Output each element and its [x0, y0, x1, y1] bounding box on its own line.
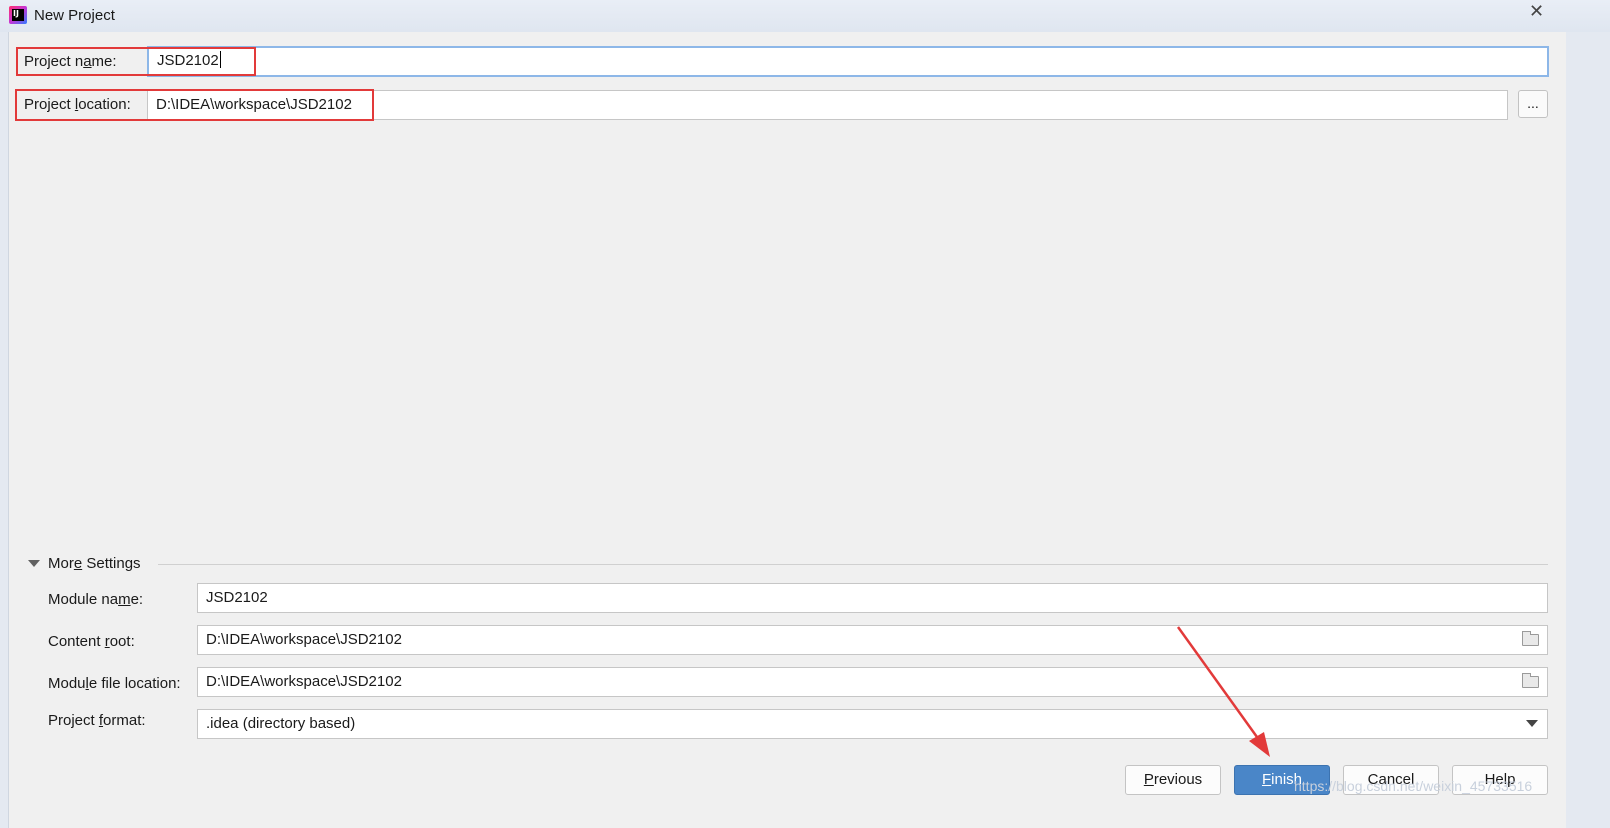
annotation-arrow — [1176, 626, 1270, 757]
label-text: me: — [91, 53, 117, 70]
project-name-value: JSD2102 — [157, 52, 219, 69]
content-root-value: D:\IDEA\workspace\JSD2102 — [206, 631, 402, 648]
mnemonic-key: F — [1261, 771, 1272, 788]
intellij-idea-icon: IJ — [9, 6, 27, 24]
folder-icon[interactable] — [1522, 631, 1539, 646]
label-text: Content — [48, 633, 105, 650]
module-name-input[interactable]: JSD2102 — [197, 583, 1548, 613]
project-location-input[interactable]: D:\IDEA\workspace\JSD2102 — [147, 90, 1508, 120]
previous-button[interactable]: Previous — [1125, 765, 1221, 795]
content-root-label: Content root: — [48, 633, 135, 650]
label-text: Settings — [82, 555, 141, 572]
chevron-down-icon[interactable] — [1526, 720, 1538, 727]
project-location-label: Project location: — [24, 96, 131, 113]
label-text: Mor — [48, 555, 74, 572]
expand-triangle-icon[interactable] — [28, 560, 40, 567]
mnemonic-key: m — [118, 591, 131, 608]
label-text: e: — [130, 591, 144, 608]
label-text: Project — [24, 96, 75, 113]
label-text: e file location: — [88, 675, 181, 692]
label-text: oot: — [109, 633, 135, 650]
project-name-input[interactable]: JSD2102 — [147, 46, 1549, 77]
mnemonic-key: e — [73, 555, 83, 572]
window-right-border — [1566, 32, 1610, 828]
mnemonic-key: P — [1143, 771, 1154, 788]
mnemonic-key: a — [83, 53, 92, 70]
project-name-label: Project name: — [24, 53, 117, 70]
module-name-value: JSD2102 — [206, 589, 268, 606]
content-root-input[interactable]: D:\IDEA\workspace\JSD2102 — [197, 625, 1548, 655]
project-format-select[interactable]: .idea (directory based) — [197, 709, 1548, 739]
label-text: Project — [48, 712, 99, 729]
label-text: Modu — [48, 675, 86, 692]
more-settings-toggle[interactable]: More Settings — [48, 555, 141, 572]
section-divider — [158, 564, 1548, 565]
window-title: New Project — [34, 7, 115, 24]
label-text: ormat: — [103, 712, 146, 729]
text-caret — [219, 51, 221, 68]
project-location-value: D:\IDEA\workspace\JSD2102 — [156, 96, 352, 113]
close-button[interactable]: ✕ — [1513, 0, 1560, 22]
module-name-label: Module name: — [48, 591, 143, 608]
app-icon-text: IJ — [13, 9, 19, 18]
module-file-location-input[interactable]: D:\IDEA\workspace\JSD2102 — [197, 667, 1548, 697]
title-bar: IJ New Project ✕ — [0, 0, 1610, 32]
button-label: revious — [1153, 771, 1203, 788]
label-text: ocation: — [78, 96, 131, 113]
label-text: Module na — [48, 591, 119, 608]
window-left-border — [0, 32, 9, 828]
project-format-value: .idea (directory based) — [206, 715, 356, 732]
browse-button[interactable]: ... — [1518, 90, 1548, 118]
label-text: Project n — [24, 53, 84, 70]
module-file-location-label: Module file location: — [48, 675, 181, 692]
module-file-location-value: D:\IDEA\workspace\JSD2102 — [206, 673, 402, 690]
project-format-label: Project format: — [48, 712, 146, 729]
folder-icon[interactable] — [1522, 673, 1539, 688]
watermark-text: https://blog.csdn.net/weixin_45733516 — [1294, 778, 1533, 794]
